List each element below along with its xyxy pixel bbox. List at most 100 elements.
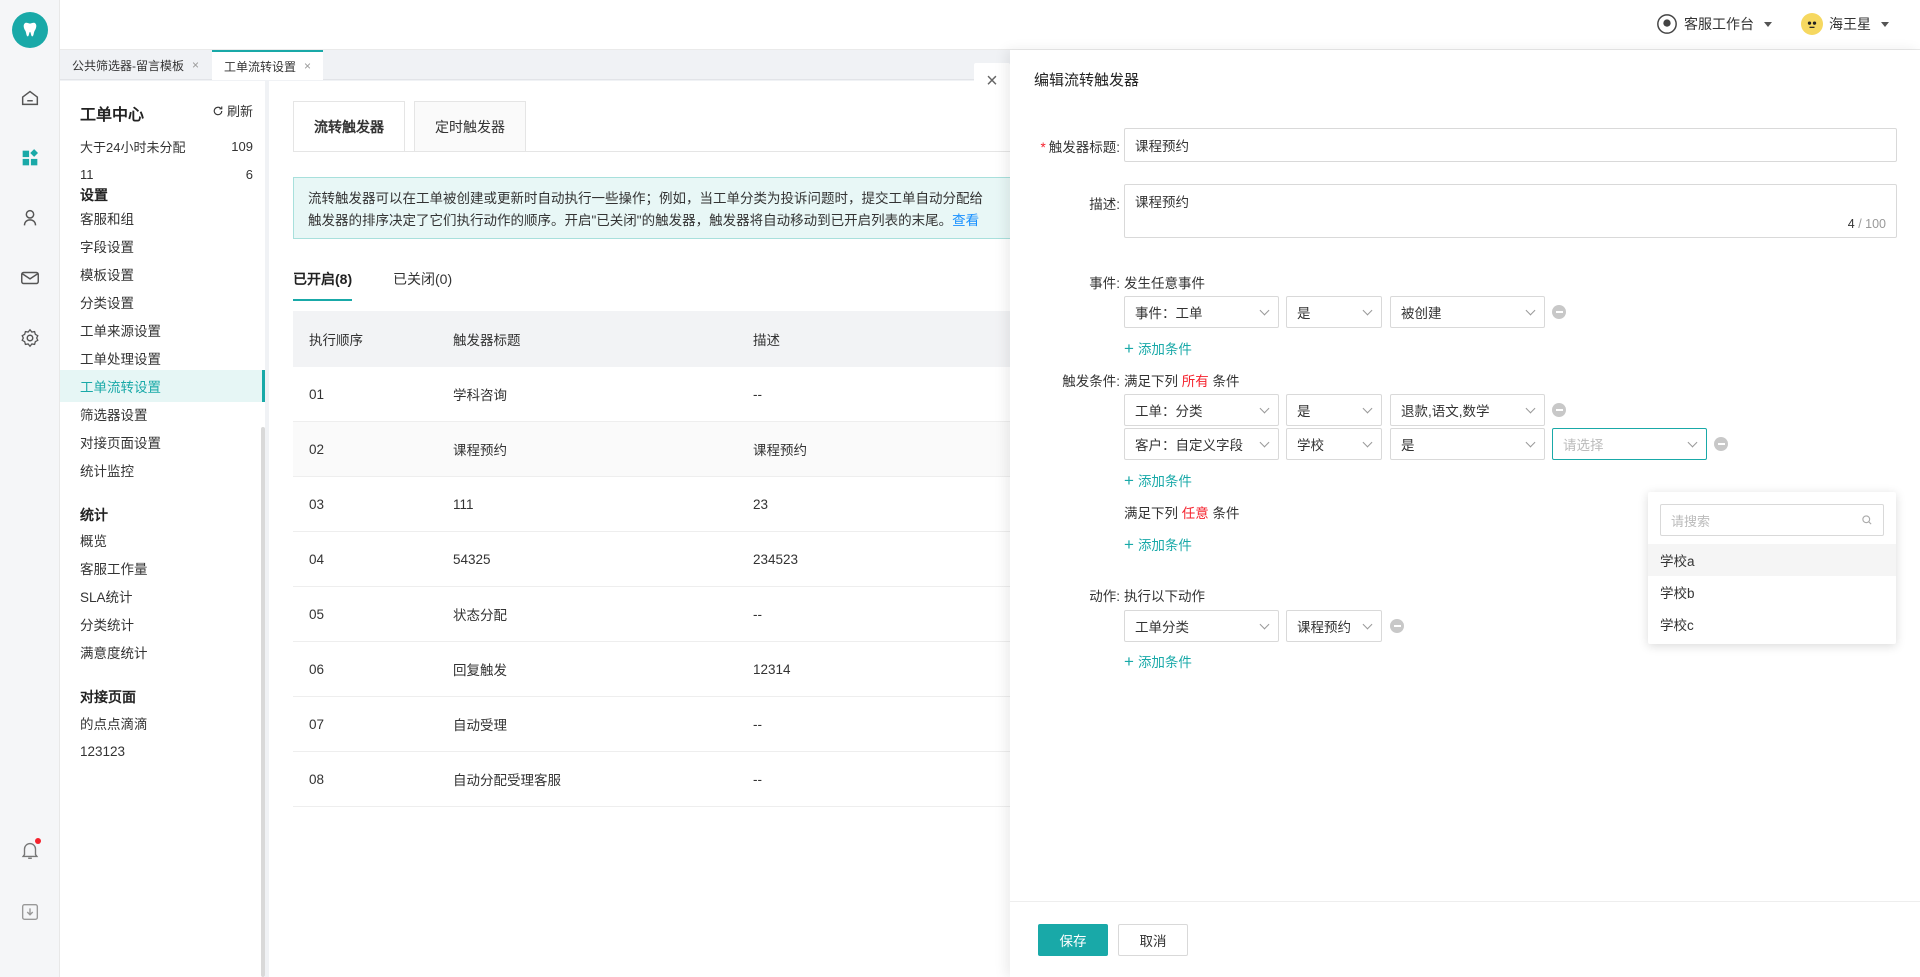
- sidebar-item-page-2[interactable]: 123123: [60, 735, 265, 767]
- table-row[interactable]: 05 状态分配 --: [293, 587, 1113, 642]
- table-row[interactable]: 07 自动受理 --: [293, 697, 1113, 752]
- desc-textarea[interactable]: 课程预约 4 / 100: [1124, 184, 1897, 238]
- cell-title: 状态分配: [453, 608, 507, 623]
- home-icon[interactable]: [18, 86, 42, 110]
- customer-icon[interactable]: [18, 206, 42, 230]
- refresh-label: 刷新: [226, 104, 253, 119]
- cell-order: 04: [309, 551, 325, 567]
- page-tab-filter-template[interactable]: 公共筛选器-留言模板 ×: [60, 50, 211, 80]
- action-field-select[interactable]: 工单分类: [1124, 610, 1279, 642]
- table-row[interactable]: 02 课程预约 课程预约: [293, 422, 1113, 477]
- dropdown-option[interactable]: 学校a: [1648, 544, 1896, 576]
- counter-value: 109: [231, 138, 253, 154]
- cond1-value-select[interactable]: 退款,语文,数学: [1390, 394, 1545, 426]
- notification-bell-icon[interactable]: [18, 838, 42, 862]
- text-prefix: 满足下列: [1124, 374, 1178, 389]
- cell-order: 08: [309, 771, 325, 787]
- chevron-down-icon: [1525, 437, 1536, 447]
- remove-condition-icon[interactable]: [1714, 437, 1728, 451]
- notice-line-2: 触发器的排序决定了它们执行动作的顺序。开启"已关闭"的触发器，触发器将自动移动到…: [308, 213, 953, 228]
- add-action-button[interactable]: + 添加条件: [1124, 651, 1192, 671]
- subtab-disabled[interactable]: 已关闭(0): [393, 269, 452, 299]
- sidebar: 工单中心 刷新 大于24小时未分配 109 11 6 设置 客服和组 字段设置 …: [60, 81, 265, 977]
- school-dropdown: 请搜索 学校a 学校b 学校c: [1648, 492, 1896, 644]
- notice-view-link[interactable]: 查看: [952, 213, 979, 228]
- action-value-select[interactable]: 课程预约: [1286, 610, 1382, 642]
- table-row[interactable]: 08 自动分配受理客服 --: [293, 752, 1113, 807]
- close-icon[interactable]: ×: [192, 58, 199, 72]
- remove-condition-icon[interactable]: [1552, 305, 1566, 319]
- action-text: 执行以下动作: [1124, 589, 1205, 604]
- trigger-title-input[interactable]: 课程预约: [1124, 128, 1897, 162]
- counter-unassigned[interactable]: 大于24小时未分配 109: [80, 134, 253, 158]
- cell-order: 05: [309, 606, 325, 622]
- dropdown-search-input[interactable]: 请搜索: [1660, 504, 1884, 536]
- caret-down-icon: [1881, 21, 1889, 27]
- event-text: 发生任意事件: [1124, 276, 1205, 291]
- table-row[interactable]: 01 学科咨询 --: [293, 367, 1113, 422]
- caret-down-icon: [1764, 21, 1772, 27]
- add-any-condition-button[interactable]: + 添加条件: [1124, 534, 1192, 554]
- table-row[interactable]: 03 111 23: [293, 477, 1113, 532]
- search-icon: [1862, 515, 1872, 525]
- download-icon[interactable]: [18, 900, 42, 924]
- plus-icon: +: [1124, 470, 1134, 490]
- add-label: 添加条件: [1137, 538, 1192, 553]
- settings-gear-icon[interactable]: [18, 326, 42, 350]
- user-menu[interactable]: 海王星: [1801, 13, 1889, 35]
- user-avatar: [1801, 13, 1823, 35]
- select-placeholder: 请选择: [1563, 438, 1604, 453]
- col-order: 执行顺序: [309, 333, 363, 348]
- subtab-enabled[interactable]: 已开启(8): [293, 269, 353, 301]
- drawer-close-icon[interactable]: ×: [974, 63, 1010, 99]
- condition-label: 触发条件:: [1062, 374, 1120, 389]
- desc-char-counter: 4 / 100: [1848, 217, 1886, 231]
- page-tab-label: 工单流转设置: [224, 59, 297, 74]
- mail-icon[interactable]: [18, 266, 42, 290]
- tab-flow-trigger[interactable]: 流转触发器: [293, 101, 405, 151]
- table-header: 执行顺序 触发器标题 描述: [293, 311, 1113, 367]
- refresh-button[interactable]: 刷新: [212, 101, 253, 120]
- close-icon[interactable]: ×: [304, 59, 311, 73]
- table-row[interactable]: 06 回复触发 12314: [293, 642, 1113, 697]
- remove-condition-icon[interactable]: [1552, 403, 1566, 417]
- cancel-button[interactable]: 取消: [1118, 924, 1188, 956]
- cond1-field-select[interactable]: 工单：分类: [1124, 394, 1279, 426]
- sidebar-item-satisfaction[interactable]: 满意度统计: [60, 636, 265, 668]
- cond2-subfield-select[interactable]: 学校: [1286, 428, 1382, 460]
- event-type-select[interactable]: 事件：工单: [1124, 296, 1279, 328]
- cond2-value-select[interactable]: 请选择: [1552, 428, 1707, 460]
- event-label: 事件:: [1089, 276, 1120, 291]
- workbench-menu[interactable]: 客服工作台: [1656, 13, 1772, 35]
- add-all-condition-button[interactable]: + 添加条件: [1124, 470, 1192, 490]
- tab-divider: [293, 151, 1109, 152]
- sidebar-item-monitoring[interactable]: 统计监控: [60, 454, 265, 486]
- cond2-operator-select[interactable]: 是: [1390, 428, 1545, 460]
- table-row[interactable]: 04 54325 234523: [293, 532, 1113, 587]
- select-value: 课程预约: [1297, 620, 1351, 635]
- cell-order: 03: [309, 496, 325, 512]
- tab-timed-trigger[interactable]: 定时触发器: [414, 101, 526, 151]
- event-operator-select[interactable]: 是: [1286, 296, 1382, 328]
- select-value: 是: [1297, 404, 1311, 419]
- cond2-field-select[interactable]: 客户：自定义字段: [1124, 428, 1279, 460]
- desc-label: 描述:: [1089, 197, 1120, 212]
- counter-11[interactable]: 11 6: [80, 162, 253, 186]
- cell-title: 课程预约: [453, 443, 507, 458]
- dashboard-icon[interactable]: [18, 146, 42, 170]
- sidebar-scrollbar[interactable]: [261, 427, 265, 977]
- chevron-down-icon: [1362, 619, 1373, 629]
- add-event-condition-button[interactable]: + 添加条件: [1124, 338, 1192, 358]
- counter-label: 大于24小时未分配: [80, 139, 186, 155]
- remove-action-icon[interactable]: [1390, 619, 1404, 633]
- dropdown-option[interactable]: 学校c: [1648, 608, 1896, 640]
- app-logo-icon[interactable]: [12, 12, 48, 48]
- cond1-operator-select[interactable]: 是: [1286, 394, 1382, 426]
- dropdown-option[interactable]: 学校b: [1648, 576, 1896, 608]
- page-tab-flow-settings[interactable]: 工单流转设置 ×: [212, 50, 324, 80]
- char-max: / 100: [1858, 217, 1886, 231]
- event-value-select[interactable]: 被创建: [1390, 296, 1545, 328]
- select-value: 工单：分类: [1135, 404, 1203, 419]
- select-value: 工单分类: [1135, 620, 1189, 635]
- save-button[interactable]: 保存: [1038, 924, 1108, 956]
